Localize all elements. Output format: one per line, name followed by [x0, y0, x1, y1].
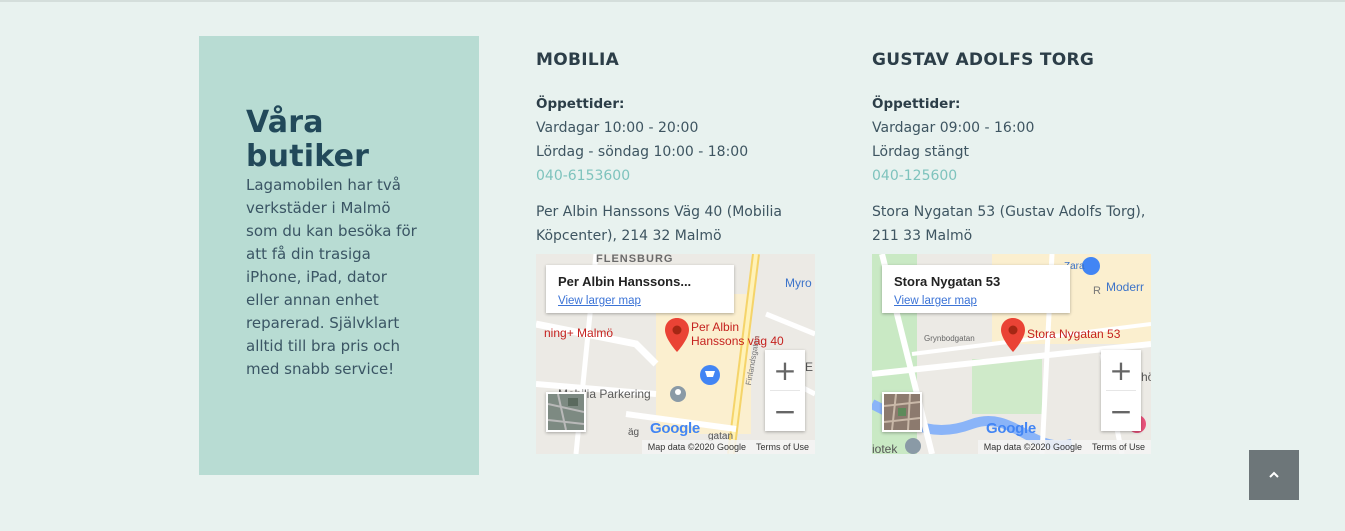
- address-line: Köpcenter), 214 32 Malmö: [536, 228, 722, 244]
- stores-heading-line1: Våra: [246, 105, 324, 140]
- terms-of-use-link[interactable]: Terms of Use: [756, 442, 809, 452]
- map-label: E: [805, 360, 814, 374]
- intro-line: alltid till bra pris och: [246, 337, 401, 355]
- address-line: Per Albin Hanssons Väg 40 (Mobilia: [536, 204, 782, 220]
- address-line: Stora Nygatan 53 (Gustav Adolfs Torg),: [872, 204, 1146, 220]
- store-address: Stora Nygatan 53 (Gustav Adolfs Torg), 21…: [872, 200, 1152, 248]
- map-data-text: Map data ©2020 Google: [983, 442, 1082, 452]
- map-place-title: Stora Nygatan 53: [894, 274, 1001, 289]
- map-zoom-controls: + −: [765, 350, 805, 431]
- map-pin-icon[interactable]: [1001, 318, 1025, 352]
- map-label: Moderr: [1106, 280, 1145, 294]
- map-data-text: Map data ©2020 Google: [647, 442, 746, 452]
- zoom-in-button[interactable]: +: [1101, 350, 1141, 390]
- map-info-card: Per Albin Hanssons... View larger map: [546, 265, 734, 313]
- store-gustav-adolfs-torg: GUSTAV ADOLFS TORG Öppettider: Vardagar …: [872, 48, 1162, 248]
- intro-line: att få din trasiga: [246, 245, 371, 263]
- store-name: GUSTAV ADOLFS TORG: [872, 50, 1095, 70]
- hours-weekend: Lördag - söndag 10:00 - 18:00: [536, 144, 749, 160]
- intro-line: med snabb service!: [246, 360, 395, 378]
- intro-line: verkstäder i Malmö: [246, 199, 391, 217]
- map-mobilia[interactable]: ning+ Malmö FLENSBURG Mobilia Parkering …: [536, 254, 815, 454]
- map-label: R: [1093, 285, 1101, 297]
- store-name: MOBILIA: [536, 50, 620, 70]
- opening-hours-label: Öppettider:: [872, 96, 961, 112]
- chevron-up-icon: [1269, 471, 1279, 478]
- hours-saturday: Lördag stängt: [872, 144, 970, 160]
- map-label: hö: [1141, 370, 1151, 384]
- map-gustav-adolfs-torg[interactable]: Zara Moderr R Grynbodgatan hö iotek Stor…: [872, 254, 1151, 454]
- satellite-icon: [548, 394, 584, 430]
- store-phone-link[interactable]: 040-125600: [872, 164, 1162, 188]
- google-logo: Google: [650, 420, 700, 437]
- pin-label: Per Albin Hanssons väg 40: [691, 320, 784, 348]
- map-label: äg: [628, 427, 640, 438]
- store-address: Per Albin Hanssons Väg 40 (Mobilia Köpcen…: [536, 200, 816, 248]
- map-label: Myro: [785, 276, 812, 290]
- map-attribution: Map data ©2020 Google Terms of Use: [977, 440, 1151, 454]
- pin-label-line: Hanssons väg 40: [691, 334, 784, 348]
- store-phone-link[interactable]: 040-6153600: [536, 164, 826, 188]
- map-label: Grynbodgatan: [924, 334, 975, 343]
- intro-line: iPhone, iPad, dator: [246, 268, 387, 286]
- zoom-in-button[interactable]: +: [765, 350, 805, 390]
- stores-heading: Våra butiker: [246, 106, 433, 174]
- view-larger-map-link[interactable]: View larger map: [894, 293, 1058, 309]
- store-mobilia: MOBILIA Öppettider: Vardagar 10:00 - 20:…: [536, 48, 826, 248]
- map-zoom-controls: + −: [1101, 350, 1141, 431]
- hours-weekdays: Vardagar 09:00 - 16:00: [872, 120, 1035, 136]
- opening-hours-label: Öppettider:: [536, 96, 625, 112]
- satellite-toggle-thumbnail[interactable]: [882, 392, 922, 432]
- hours-weekdays: Vardagar 10:00 - 20:00: [536, 120, 699, 136]
- map-info-card: Stora Nygatan 53 View larger map: [882, 265, 1070, 313]
- zoom-out-button[interactable]: −: [1101, 391, 1141, 431]
- stores-intro-panel: Våra butiker Lagamobilen har två verkstäd…: [199, 36, 479, 475]
- intro-line: reparerad. Självklart: [246, 314, 400, 332]
- stores-intro-text: Lagamobilen har två verkstäder i Malmö s…: [246, 174, 433, 381]
- address-line: 211 33 Malmö: [872, 228, 973, 244]
- map-place-title: Per Albin Hanssons...: [558, 274, 692, 289]
- google-logo-text: Google: [650, 420, 700, 437]
- google-logo-text: Google: [986, 420, 1036, 437]
- intro-line: eller annan enhet: [246, 291, 379, 309]
- view-larger-map-link[interactable]: View larger map: [558, 293, 722, 309]
- terms-of-use-link[interactable]: Terms of Use: [1092, 442, 1145, 452]
- map-label: iotek: [872, 442, 898, 454]
- satellite-toggle-thumbnail[interactable]: [546, 392, 586, 432]
- map-attribution: Map data ©2020 Google Terms of Use: [641, 440, 815, 454]
- intro-line: Lagamobilen har två: [246, 176, 401, 194]
- google-logo: Google: [986, 420, 1036, 437]
- pin-label: Stora Nygatan 53: [1027, 327, 1121, 341]
- top-divider: [0, 0, 1345, 2]
- stores-heading-line2: butiker: [246, 139, 370, 174]
- scroll-to-top-button[interactable]: [1249, 450, 1299, 500]
- map-pin-icon[interactable]: [665, 318, 689, 352]
- intro-line: som du kan besöka för: [246, 222, 417, 240]
- satellite-icon: [884, 394, 920, 430]
- map-label: ning+ Malmö: [544, 326, 614, 340]
- zoom-out-button[interactable]: −: [765, 391, 805, 431]
- pin-label-line: Per Albin: [691, 320, 740, 334]
